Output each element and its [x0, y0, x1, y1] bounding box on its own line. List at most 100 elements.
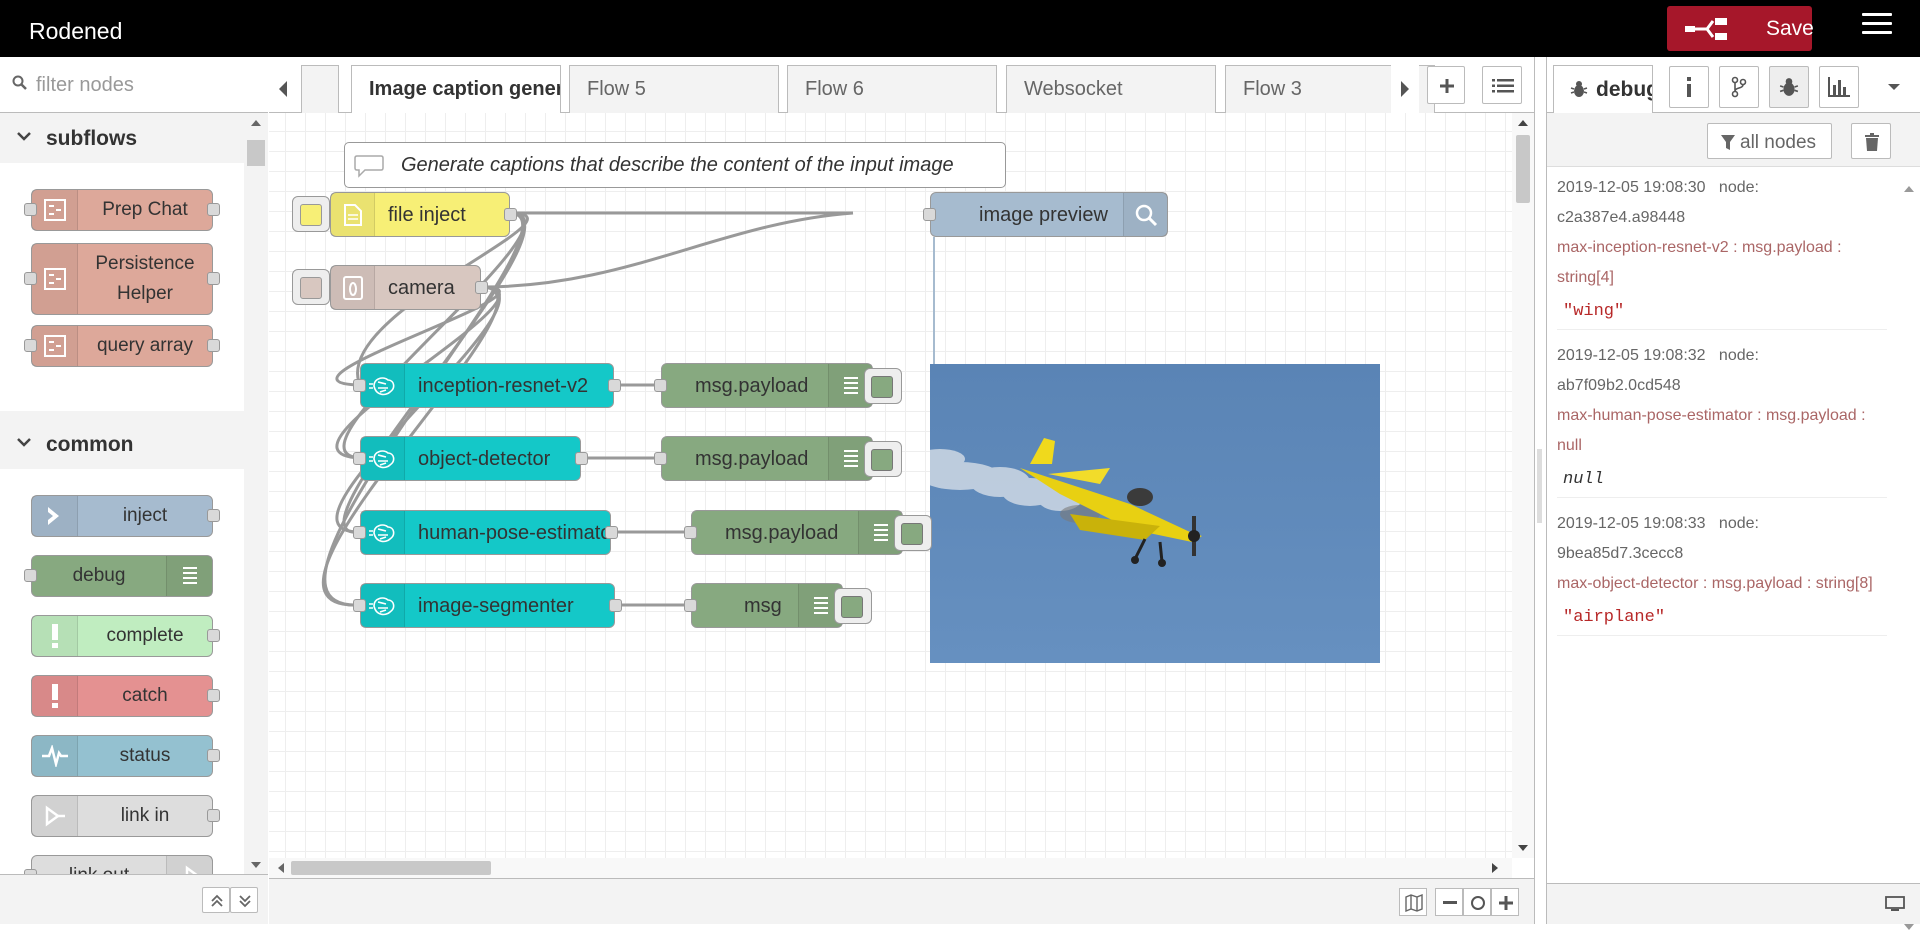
resize-grip[interactable] — [1537, 449, 1542, 523]
input-port[interactable] — [353, 379, 366, 392]
palette-node-catch[interactable]: catch — [31, 675, 220, 717]
debug-list-icon — [166, 556, 212, 596]
tab-flow-6[interactable]: Flow 6 — [787, 65, 997, 113]
palette-node-link-in[interactable]: link in — [31, 795, 220, 837]
palette-node-debug[interactable]: debug — [24, 555, 213, 597]
output-port[interactable] — [475, 281, 488, 294]
input-port — [24, 203, 37, 216]
brain-icon — [361, 437, 405, 480]
comment-node[interactable]: Generate captions that describe the cont… — [344, 142, 1006, 188]
input-port[interactable] — [353, 452, 366, 465]
inception-resnet-v2-node[interactable]: inception-resnet-v2 — [353, 363, 621, 408]
dashboard-tab-button[interactable] — [1819, 66, 1859, 108]
tab-hidden[interactable] — [301, 65, 339, 113]
tab-flow-5[interactable]: Flow 5 — [569, 65, 779, 113]
debug-node-3[interactable]: msg.payload — [684, 510, 903, 555]
scrollbar-thumb[interactable] — [1516, 135, 1530, 203]
navigator-button[interactable] — [1399, 888, 1427, 916]
zoom-out-button[interactable] — [1435, 888, 1463, 916]
filter-nodes-input[interactable] — [36, 71, 256, 99]
file-inject-node[interactable]: file inject — [330, 192, 517, 237]
message-value[interactable]: "airplane" — [1557, 603, 1887, 635]
collapse-all-button[interactable] — [202, 887, 230, 913]
camera-trigger-button[interactable] — [292, 269, 330, 305]
input-port[interactable] — [353, 599, 366, 612]
sidebar-scrollbar[interactable] — [1897, 173, 1920, 930]
output-port[interactable] — [608, 379, 621, 392]
deploy-label: Save — [1766, 17, 1814, 40]
input-port[interactable] — [684, 599, 697, 612]
info-tab-button[interactable] — [1669, 66, 1709, 108]
debug-message[interactable]: 2019-12-05 19:08:33 node: 9bea85d7.3cecc8… — [1557, 509, 1887, 636]
palette-scrollbar[interactable] — [244, 113, 268, 874]
message-value[interactable]: "wing" — [1557, 297, 1887, 329]
debug-node-1[interactable]: msg.payload — [654, 363, 873, 408]
debug-3-toggle[interactable] — [894, 515, 932, 551]
tab-debug[interactable]: debug — [1553, 65, 1653, 113]
tabs-scroll-right[interactable] — [1391, 65, 1419, 113]
debug-message[interactable]: 2019-12-05 19:08:32 node: ab7f09b2.0cd548… — [1557, 341, 1887, 498]
node-label: file inject — [388, 204, 466, 226]
debug-tab-button[interactable] — [1769, 66, 1809, 108]
input-port[interactable] — [684, 526, 697, 539]
input-port[interactable] — [654, 379, 667, 392]
sidebar-separator[interactable] — [1534, 57, 1546, 924]
message-node-label: node: — [1718, 515, 1759, 532]
filter-nodes-button[interactable]: all nodes — [1707, 123, 1832, 159]
debug-message[interactable]: 2019-12-05 19:08:30 node: c2a387e4.a98448… — [1557, 173, 1887, 330]
category-common-header[interactable]: common — [0, 419, 244, 469]
palette-node-complete[interactable]: complete — [31, 615, 220, 657]
debug-2-toggle[interactable] — [864, 441, 902, 477]
canvas-horizontal-scrollbar[interactable] — [269, 858, 1512, 878]
canvas-vertical-scrollbar[interactable] — [1512, 113, 1534, 858]
app-title: Rodened — [29, 18, 123, 44]
scrollbar-thumb[interactable] — [291, 861, 491, 875]
palette-node-prep-chat[interactable]: Prep Chat — [24, 189, 220, 231]
file-icon — [331, 193, 375, 236]
object-detector-node[interactable]: object-detector — [353, 436, 588, 481]
open-window-button[interactable] — [1881, 891, 1909, 917]
camera-node[interactable]: camera — [330, 265, 488, 310]
debug-node-2[interactable]: msg.payload — [654, 436, 873, 481]
list-flows-button[interactable] — [1482, 66, 1522, 104]
debug-1-toggle[interactable] — [864, 368, 902, 404]
chevron-down-icon[interactable] — [1887, 83, 1901, 91]
output-port[interactable] — [609, 599, 622, 612]
workspace-footer — [269, 878, 1534, 924]
expand-all-button[interactable] — [230, 887, 258, 913]
git-tab-button[interactable] — [1719, 66, 1759, 108]
debug-node-4[interactable]: msg — [684, 583, 843, 628]
deploy-button[interactable]: Save — [1667, 6, 1814, 51]
output-port[interactable] — [575, 452, 588, 465]
scrollbar-thumb[interactable] — [247, 140, 265, 166]
sidebar-footer — [1547, 883, 1920, 924]
palette-node-query-array[interactable]: query array — [24, 325, 220, 367]
palette-node-persistence-helper[interactable]: Persistence Helper — [24, 243, 220, 315]
output-port[interactable] — [605, 526, 618, 539]
human-pose-estimator-node[interactable]: human-pose-estimator — [353, 510, 618, 555]
tabs-scroll-left[interactable] — [269, 65, 297, 113]
input-port[interactable] — [353, 526, 366, 539]
image-preview-node[interactable]: image preview — [923, 192, 1168, 237]
image-segmenter-node[interactable]: image-segmenter — [353, 583, 622, 628]
tab-websocket[interactable]: Websocket — [1006, 65, 1216, 113]
file-inject-trigger-button[interactable] — [292, 196, 330, 232]
category-subflows-header[interactable]: subflows — [0, 113, 244, 163]
sidebar: debug all nodes 2019-12-05 19:08:30 node… — [1546, 57, 1920, 930]
add-flow-button[interactable] — [1427, 66, 1465, 104]
main-menu-icon[interactable] — [1862, 13, 1892, 43]
flow-canvas[interactable]: Generate captions that describe the cont… — [269, 113, 1512, 858]
message-value[interactable]: null — [1557, 465, 1887, 497]
output-port[interactable] — [504, 208, 517, 221]
zoom-in-button[interactable] — [1491, 888, 1519, 916]
palette-node-link-out[interactable]: link out — [24, 855, 213, 874]
tab-image-caption-generator[interactable]: Image caption generator — [351, 65, 561, 114]
input-port[interactable] — [923, 208, 936, 221]
debug-4-toggle[interactable] — [834, 588, 872, 624]
input-port[interactable] — [654, 452, 667, 465]
palette-node-status[interactable]: status — [31, 735, 220, 777]
palette-node-inject[interactable]: inject — [31, 495, 220, 537]
scroll-down-icon — [1518, 845, 1528, 851]
zoom-reset-button[interactable] — [1463, 888, 1491, 916]
clear-messages-button[interactable] — [1851, 123, 1891, 159]
